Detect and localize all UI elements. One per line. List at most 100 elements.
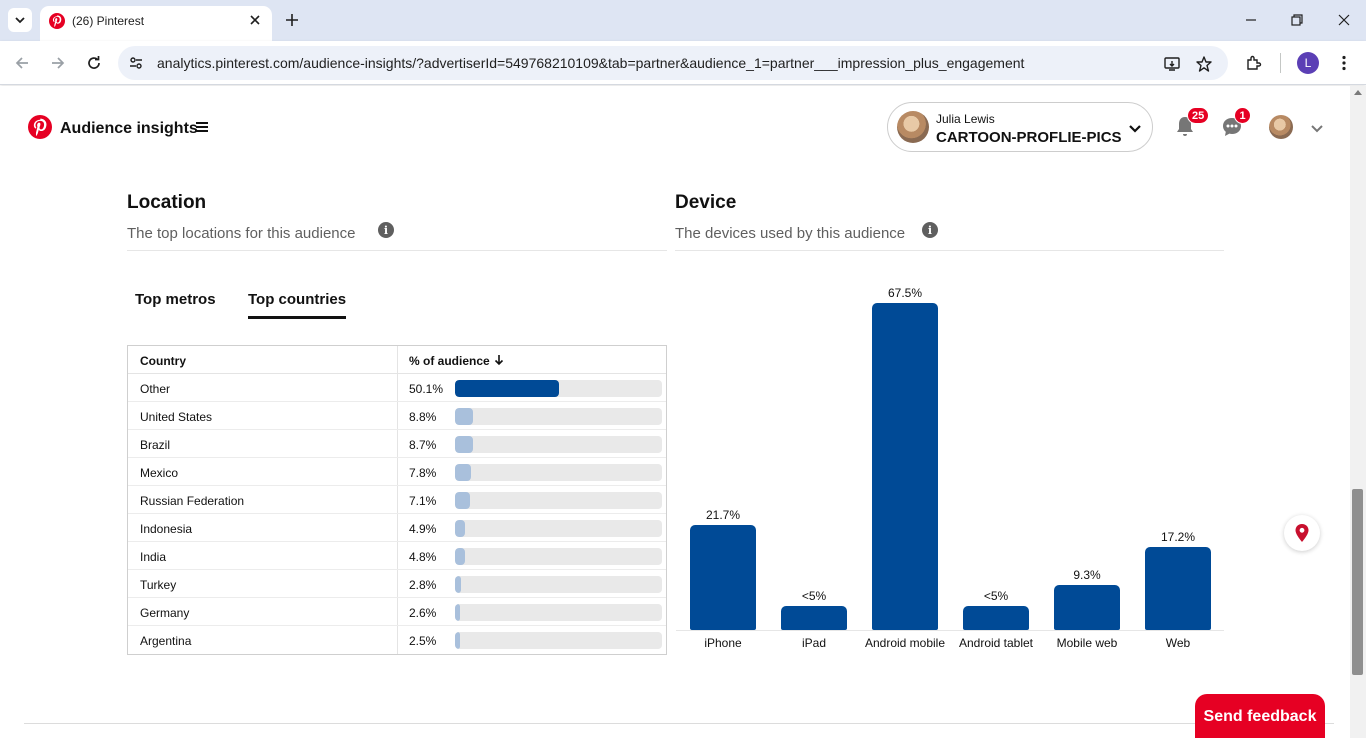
device-category-label: Mobile web <box>1056 636 1118 650</box>
table-row: Russian Federation 7.1% <box>128 486 666 514</box>
device-value-label: 21.7% <box>705 507 741 522</box>
country-name: Argentina <box>140 634 192 648</box>
window-close-icon[interactable] <box>1336 12 1352 28</box>
address-bar[interactable]: analytics.pinterest.com/audience-insight… <box>118 46 1228 80</box>
browser-profile-avatar[interactable]: L <box>1297 52 1319 74</box>
more-vertical-icon[interactable] <box>1335 54 1353 72</box>
country-name: Russian Federation <box>140 494 245 508</box>
audience-percent: 8.7% <box>409 438 437 452</box>
percent-bar-track <box>455 632 662 649</box>
percent-bar-track <box>455 380 662 397</box>
close-icon[interactable] <box>248 13 262 27</box>
country-name: Mexico <box>140 466 179 480</box>
chart-baseline <box>676 630 1224 631</box>
scroll-up-arrow-icon[interactable] <box>1354 90 1362 95</box>
device-subtitle: The devices used by this audience <box>675 225 906 242</box>
back-arrow-icon[interactable] <box>13 54 31 72</box>
location-subtitle: The top locations for this audience <box>127 225 356 242</box>
column-header-country[interactable]: Country <box>140 354 186 368</box>
percent-bar-track <box>455 520 662 537</box>
device-category-label: Android tablet <box>958 636 1034 650</box>
percent-bar-track <box>455 436 662 453</box>
percent-bar-track <box>455 548 662 565</box>
page-scrollbar[interactable] <box>1350 86 1366 738</box>
percent-bar-track <box>455 576 662 593</box>
site-info-tune-icon[interactable] <box>128 55 144 71</box>
device-bar[interactable] <box>1145 546 1211 630</box>
audience-percent: 2.5% <box>409 634 437 648</box>
percent-bar-fill <box>455 576 461 593</box>
new-tab-plus-icon[interactable] <box>284 12 300 28</box>
percent-bar-fill <box>455 632 461 649</box>
device-divider <box>675 250 1224 251</box>
tab-title: (26) Pinterest <box>72 14 145 28</box>
url-text: analytics.pinterest.com/audience-insight… <box>157 55 1025 71</box>
sort-arrow-down-icon[interactable] <box>494 354 504 366</box>
percent-bar-fill <box>455 436 473 453</box>
toolbar-divider <box>1280 53 1281 73</box>
device-bar[interactable] <box>1054 584 1120 630</box>
browser-tab-pinterest[interactable]: (26) Pinterest <box>40 6 272 41</box>
table-row: Brazil 8.7% <box>128 430 666 458</box>
table-row: United States 8.8% <box>128 402 666 430</box>
scrollbar-thumb[interactable] <box>1352 489 1363 675</box>
column-header-percent[interactable]: % of audience <box>409 354 490 368</box>
device-value-label: 9.3% <box>1073 567 1101 582</box>
device-value-label: <5% <box>983 589 1009 603</box>
device-bar[interactable] <box>963 606 1029 630</box>
info-icon[interactable]: i <box>922 222 938 238</box>
reload-icon[interactable] <box>85 54 103 72</box>
tab-search-button[interactable] <box>8 8 32 32</box>
map-pin-button[interactable] <box>1284 515 1320 551</box>
account-handle: CARTOON-PROFLIE-PICS <box>936 129 1122 146</box>
minimize-icon[interactable] <box>1243 12 1259 28</box>
table-row: Germany 2.6% <box>128 598 666 626</box>
audience-insights-page: Audience insights Julia Lewis CARTOON-PR… <box>0 86 1350 738</box>
chevron-down-icon[interactable] <box>1310 121 1324 135</box>
account-name: Julia Lewis <box>936 112 995 126</box>
page-title: Audience insights <box>60 120 198 137</box>
extensions-puzzle-icon[interactable] <box>1245 54 1263 72</box>
country-name: Germany <box>140 606 190 620</box>
restore-icon[interactable] <box>1289 12 1305 28</box>
audience-percent: 2.6% <box>409 606 437 620</box>
notifications-count-badge: 25 <box>1187 107 1210 124</box>
device-value-label: 17.2% <box>1160 529 1196 544</box>
send-feedback-button[interactable]: Send feedback <box>1195 694 1325 738</box>
percent-bar-track <box>455 492 662 509</box>
browser-toolbar: analytics.pinterest.com/audience-insight… <box>0 41 1366 85</box>
location-title: Location <box>127 192 207 213</box>
countries-table: Country % of audience Other 50.1% United S… <box>127 345 667 655</box>
account-avatar <box>897 111 929 143</box>
device-bar[interactable] <box>781 606 847 630</box>
chevron-down-icon <box>15 17 25 24</box>
browser-tabstrip: (26) Pinterest <box>0 0 1366 41</box>
percent-bar-fill <box>455 604 461 621</box>
forward-arrow-icon[interactable] <box>49 54 67 72</box>
bookmark-star-icon[interactable] <box>1195 55 1213 73</box>
country-name: Other <box>140 382 171 396</box>
account-switcher[interactable]: Julia Lewis CARTOON-PROFLIE-PICS <box>887 102 1153 152</box>
country-name: Turkey <box>140 578 177 592</box>
percent-bar-fill <box>455 520 466 537</box>
install-app-icon[interactable] <box>1163 55 1181 73</box>
messages-count-badge: 1 <box>1234 107 1251 124</box>
device-bar[interactable] <box>690 524 756 630</box>
hamburger-menu-icon[interactable] <box>196 122 208 132</box>
tab-top-countries[interactable]: Top countries <box>248 291 346 308</box>
percent-bar-fill <box>455 380 559 397</box>
percent-bar-fill <box>455 548 465 565</box>
table-row: Mexico 7.8% <box>128 458 666 486</box>
table-row: Other 50.1% <box>128 374 666 402</box>
user-avatar[interactable] <box>1269 115 1293 139</box>
table-row: Argentina 2.5% <box>128 626 666 654</box>
percent-bar-track <box>455 604 662 621</box>
table-row: Indonesia 4.9% <box>128 514 666 542</box>
device-value-label: 67.5% <box>887 286 923 300</box>
pinterest-logo-icon[interactable] <box>28 115 52 139</box>
percent-bar-fill <box>455 492 470 509</box>
device-bar[interactable] <box>872 303 938 630</box>
info-icon[interactable]: i <box>378 222 394 238</box>
tab-top-metros[interactable]: Top metros <box>135 291 216 308</box>
audience-percent: 8.8% <box>409 410 437 424</box>
